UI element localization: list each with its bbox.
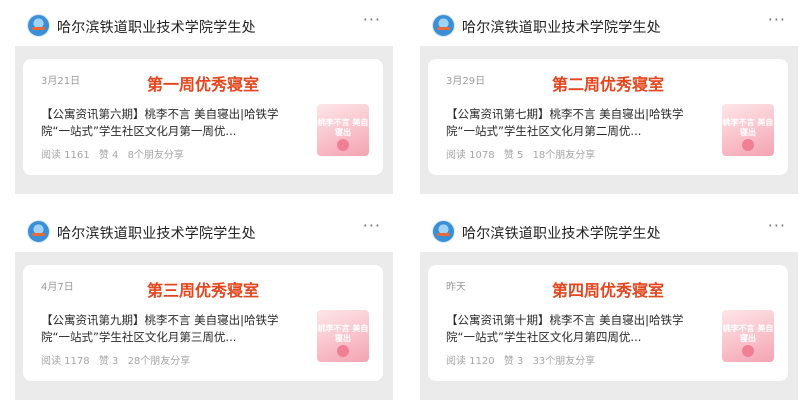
- more-options-icon[interactable]: ···: [363, 10, 381, 29]
- article-stats: 阅读 1178 赞 3 28个朋友分享: [41, 352, 196, 367]
- more-options-icon[interactable]: ···: [363, 216, 381, 235]
- article-thumbnail[interactable]: 桃李不言 美自寝出: [722, 104, 774, 156]
- like-count: 赞 5: [503, 150, 524, 161]
- article-post[interactable]: 哈尔滨铁道职业技术学院学生处 ··· 3月21日 第一周优秀寝室 【公寓资讯第六…: [15, 4, 393, 194]
- share-count: 18个朋友分享: [532, 150, 596, 161]
- more-options-icon[interactable]: ···: [768, 216, 786, 235]
- account-avatar[interactable]: [27, 220, 50, 243]
- read-count: 阅读 1120: [446, 356, 495, 367]
- article-thumbnail[interactable]: 桃李不言 美自寝出: [317, 104, 369, 156]
- article-title[interactable]: 第四周优秀寝室: [428, 277, 788, 301]
- post-header: 哈尔滨铁道职业技术学院学生处 ···: [15, 210, 393, 252]
- read-count: 阅读 1161: [41, 150, 90, 161]
- flower-icon: [742, 345, 754, 357]
- article-post[interactable]: 哈尔滨铁道职业技术学院学生处 ··· 4月7日 第三周优秀寝室 【公寓资讯第九期…: [15, 210, 393, 400]
- share-count: 28个朋友分享: [127, 356, 191, 367]
- more-options-icon[interactable]: ···: [768, 10, 786, 29]
- account-avatar[interactable]: [27, 14, 50, 37]
- article-title[interactable]: 第三周优秀寝室: [23, 277, 383, 301]
- read-count: 阅读 1178: [41, 356, 90, 367]
- article-card[interactable]: 4月7日 第三周优秀寝室 【公寓资讯第九期】桃李不言 美自寝出|哈铁学院“一站式…: [23, 265, 383, 381]
- card-background: 昨天 第四周优秀寝室 【公寓资讯第十期】桃李不言 美自寝出|哈铁学院“一站式”学…: [420, 252, 798, 400]
- card-background: 4月7日 第三周优秀寝室 【公寓资讯第九期】桃李不言 美自寝出|哈铁学院“一站式…: [15, 252, 393, 400]
- article-description[interactable]: 【公寓资讯第六期】桃李不言 美自寝出|哈铁学院“一站式”学生社区文化月第一周优.…: [41, 106, 299, 140]
- post-header: 哈尔滨铁道职业技术学院学生处 ···: [15, 4, 393, 46]
- article-title[interactable]: 第二周优秀寝室: [428, 71, 788, 95]
- like-count: 赞 3: [98, 356, 119, 367]
- account-name[interactable]: 哈尔滨铁道职业技术学院学生处: [462, 17, 661, 37]
- share-count: 33个朋友分享: [532, 356, 596, 367]
- article-card[interactable]: 3月29日 第二周优秀寝室 【公寓资讯第七期】桃李不言 美自寝出|哈铁学院“一站…: [428, 59, 788, 175]
- account-avatar[interactable]: [432, 14, 455, 37]
- thumbnail-text: 桃李不言 美自寝出: [317, 118, 369, 137]
- article-stats: 阅读 1078 赞 5 18个朋友分享: [446, 146, 601, 161]
- article-card[interactable]: 昨天 第四周优秀寝室 【公寓资讯第十期】桃李不言 美自寝出|哈铁学院“一站式”学…: [428, 265, 788, 381]
- flower-icon: [337, 139, 349, 151]
- article-description[interactable]: 【公寓资讯第十期】桃李不言 美自寝出|哈铁学院“一站式”学生社区文化月第四周优.…: [446, 312, 704, 346]
- flower-icon: [742, 139, 754, 151]
- article-description[interactable]: 【公寓资讯第七期】桃李不言 美自寝出|哈铁学院“一站式”学生社区文化月第二周优.…: [446, 106, 704, 140]
- flower-icon: [337, 345, 349, 357]
- read-count: 阅读 1078: [446, 150, 495, 161]
- article-description[interactable]: 【公寓资讯第九期】桃李不言 美自寝出|哈铁学院“一站式”学生社区文化月第三周优.…: [41, 312, 299, 346]
- article-thumbnail[interactable]: 桃李不言 美自寝出: [722, 310, 774, 362]
- thumbnail-text: 桃李不言 美自寝出: [722, 324, 774, 343]
- post-header: 哈尔滨铁道职业技术学院学生处 ···: [420, 4, 798, 46]
- article-stats: 阅读 1120 赞 3 33个朋友分享: [446, 352, 601, 367]
- like-count: 赞 3: [503, 356, 524, 367]
- thumbnail-text: 桃李不言 美自寝出: [317, 324, 369, 343]
- card-background: 3月21日 第一周优秀寝室 【公寓资讯第六期】桃李不言 美自寝出|哈铁学院“一站…: [15, 46, 393, 194]
- account-name[interactable]: 哈尔滨铁道职业技术学院学生处: [57, 17, 256, 37]
- post-header: 哈尔滨铁道职业技术学院学生处 ···: [420, 210, 798, 252]
- thumbnail-text: 桃李不言 美自寝出: [722, 118, 774, 137]
- article-post[interactable]: 哈尔滨铁道职业技术学院学生处 ··· 昨天 第四周优秀寝室 【公寓资讯第十期】桃…: [420, 210, 798, 400]
- account-avatar[interactable]: [432, 220, 455, 243]
- account-name[interactable]: 哈尔滨铁道职业技术学院学生处: [57, 223, 256, 243]
- card-background: 3月29日 第二周优秀寝室 【公寓资讯第七期】桃李不言 美自寝出|哈铁学院“一站…: [420, 46, 798, 194]
- article-post[interactable]: 哈尔滨铁道职业技术学院学生处 ··· 3月29日 第二周优秀寝室 【公寓资讯第七…: [420, 4, 798, 194]
- article-stats: 阅读 1161 赞 4 8个朋友分享: [41, 146, 190, 161]
- share-count: 8个朋友分享: [127, 150, 184, 161]
- like-count: 赞 4: [98, 150, 119, 161]
- account-name[interactable]: 哈尔滨铁道职业技术学院学生处: [462, 223, 661, 243]
- article-thumbnail[interactable]: 桃李不言 美自寝出: [317, 310, 369, 362]
- article-title[interactable]: 第一周优秀寝室: [23, 71, 383, 95]
- article-card[interactable]: 3月21日 第一周优秀寝室 【公寓资讯第六期】桃李不言 美自寝出|哈铁学院“一站…: [23, 59, 383, 175]
